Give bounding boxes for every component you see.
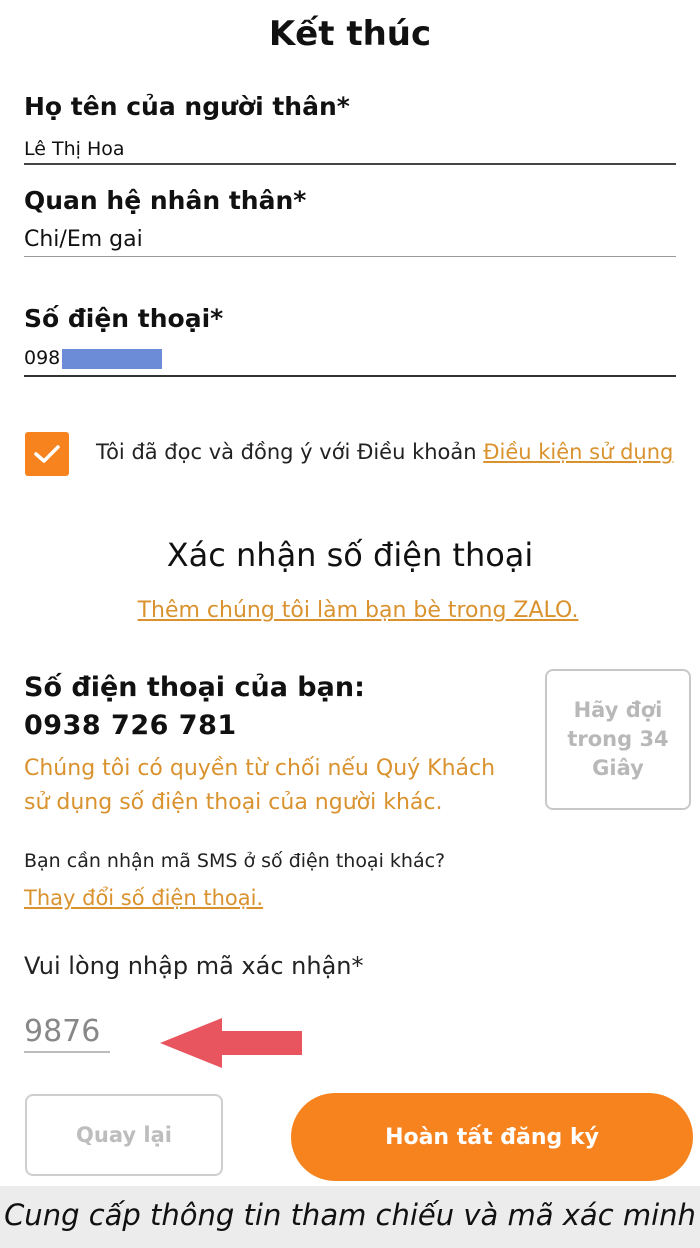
agree-text-label: Tôi đã đọc và đồng ý với Điều khoản bbox=[96, 440, 484, 464]
relative-name-underline bbox=[24, 163, 676, 165]
finish-registration-button[interactable]: Hoàn tất đăng ký bbox=[291, 1093, 693, 1181]
phone-field-text: 098 bbox=[24, 347, 61, 369]
resend-wait-button[interactable]: Hãy đợi trong 34 Giây bbox=[545, 669, 691, 810]
change-phone-link[interactable]: Thay đổi số điện thoại. bbox=[24, 886, 263, 910]
caption-text: Cung cấp thông tin tham chiếu và mã xác … bbox=[4, 1198, 696, 1232]
relative-name-field[interactable]: Lê Thị Hoa bbox=[24, 138, 125, 160]
relationship-underline bbox=[24, 256, 676, 257]
check-icon bbox=[34, 445, 60, 463]
phone-field[interactable]: 098 bbox=[24, 347, 163, 369]
relationship-label: Quan hệ nhân thân* bbox=[24, 186, 307, 215]
terms-link[interactable]: Điều kiện sử dụng bbox=[483, 440, 673, 464]
back-button[interactable]: Quay lại bbox=[25, 1094, 223, 1176]
other-phone-question: Bạn cần nhận mã SMS ở số điện thoại khác… bbox=[24, 850, 446, 872]
agree-checkbox[interactable] bbox=[25, 432, 69, 476]
relationship-select[interactable]: Chi/Em gai bbox=[24, 227, 143, 252]
phone-label: Số điện thoại* bbox=[24, 304, 224, 333]
phone-underline bbox=[24, 375, 676, 377]
verify-title: Xác nhận số điện thoại bbox=[166, 536, 534, 574]
your-phone-label: Số điện thoại của bạn: bbox=[24, 672, 365, 703]
your-phone-number: 0938 726 781 bbox=[24, 710, 237, 741]
left-arrow-icon bbox=[160, 1018, 302, 1068]
agree-text: Tôi đã đọc và đồng ý với Điều khoản Điều… bbox=[96, 440, 673, 464]
redaction-mask bbox=[62, 348, 163, 369]
relative-name-label: Họ tên của người thân* bbox=[24, 92, 350, 121]
code-input[interactable]: 9876 bbox=[24, 1014, 110, 1053]
code-label: Vui lòng nhập mã xác nhận* bbox=[24, 952, 364, 980]
zalo-link[interactable]: Thêm chúng tôi làm bạn bè trong ZALO. bbox=[0, 598, 700, 623]
phone-warning: Chúng tôi có quyền từ chối nếu Quý Khách… bbox=[24, 756, 496, 815]
page-title: Kết thúc bbox=[268, 14, 432, 54]
